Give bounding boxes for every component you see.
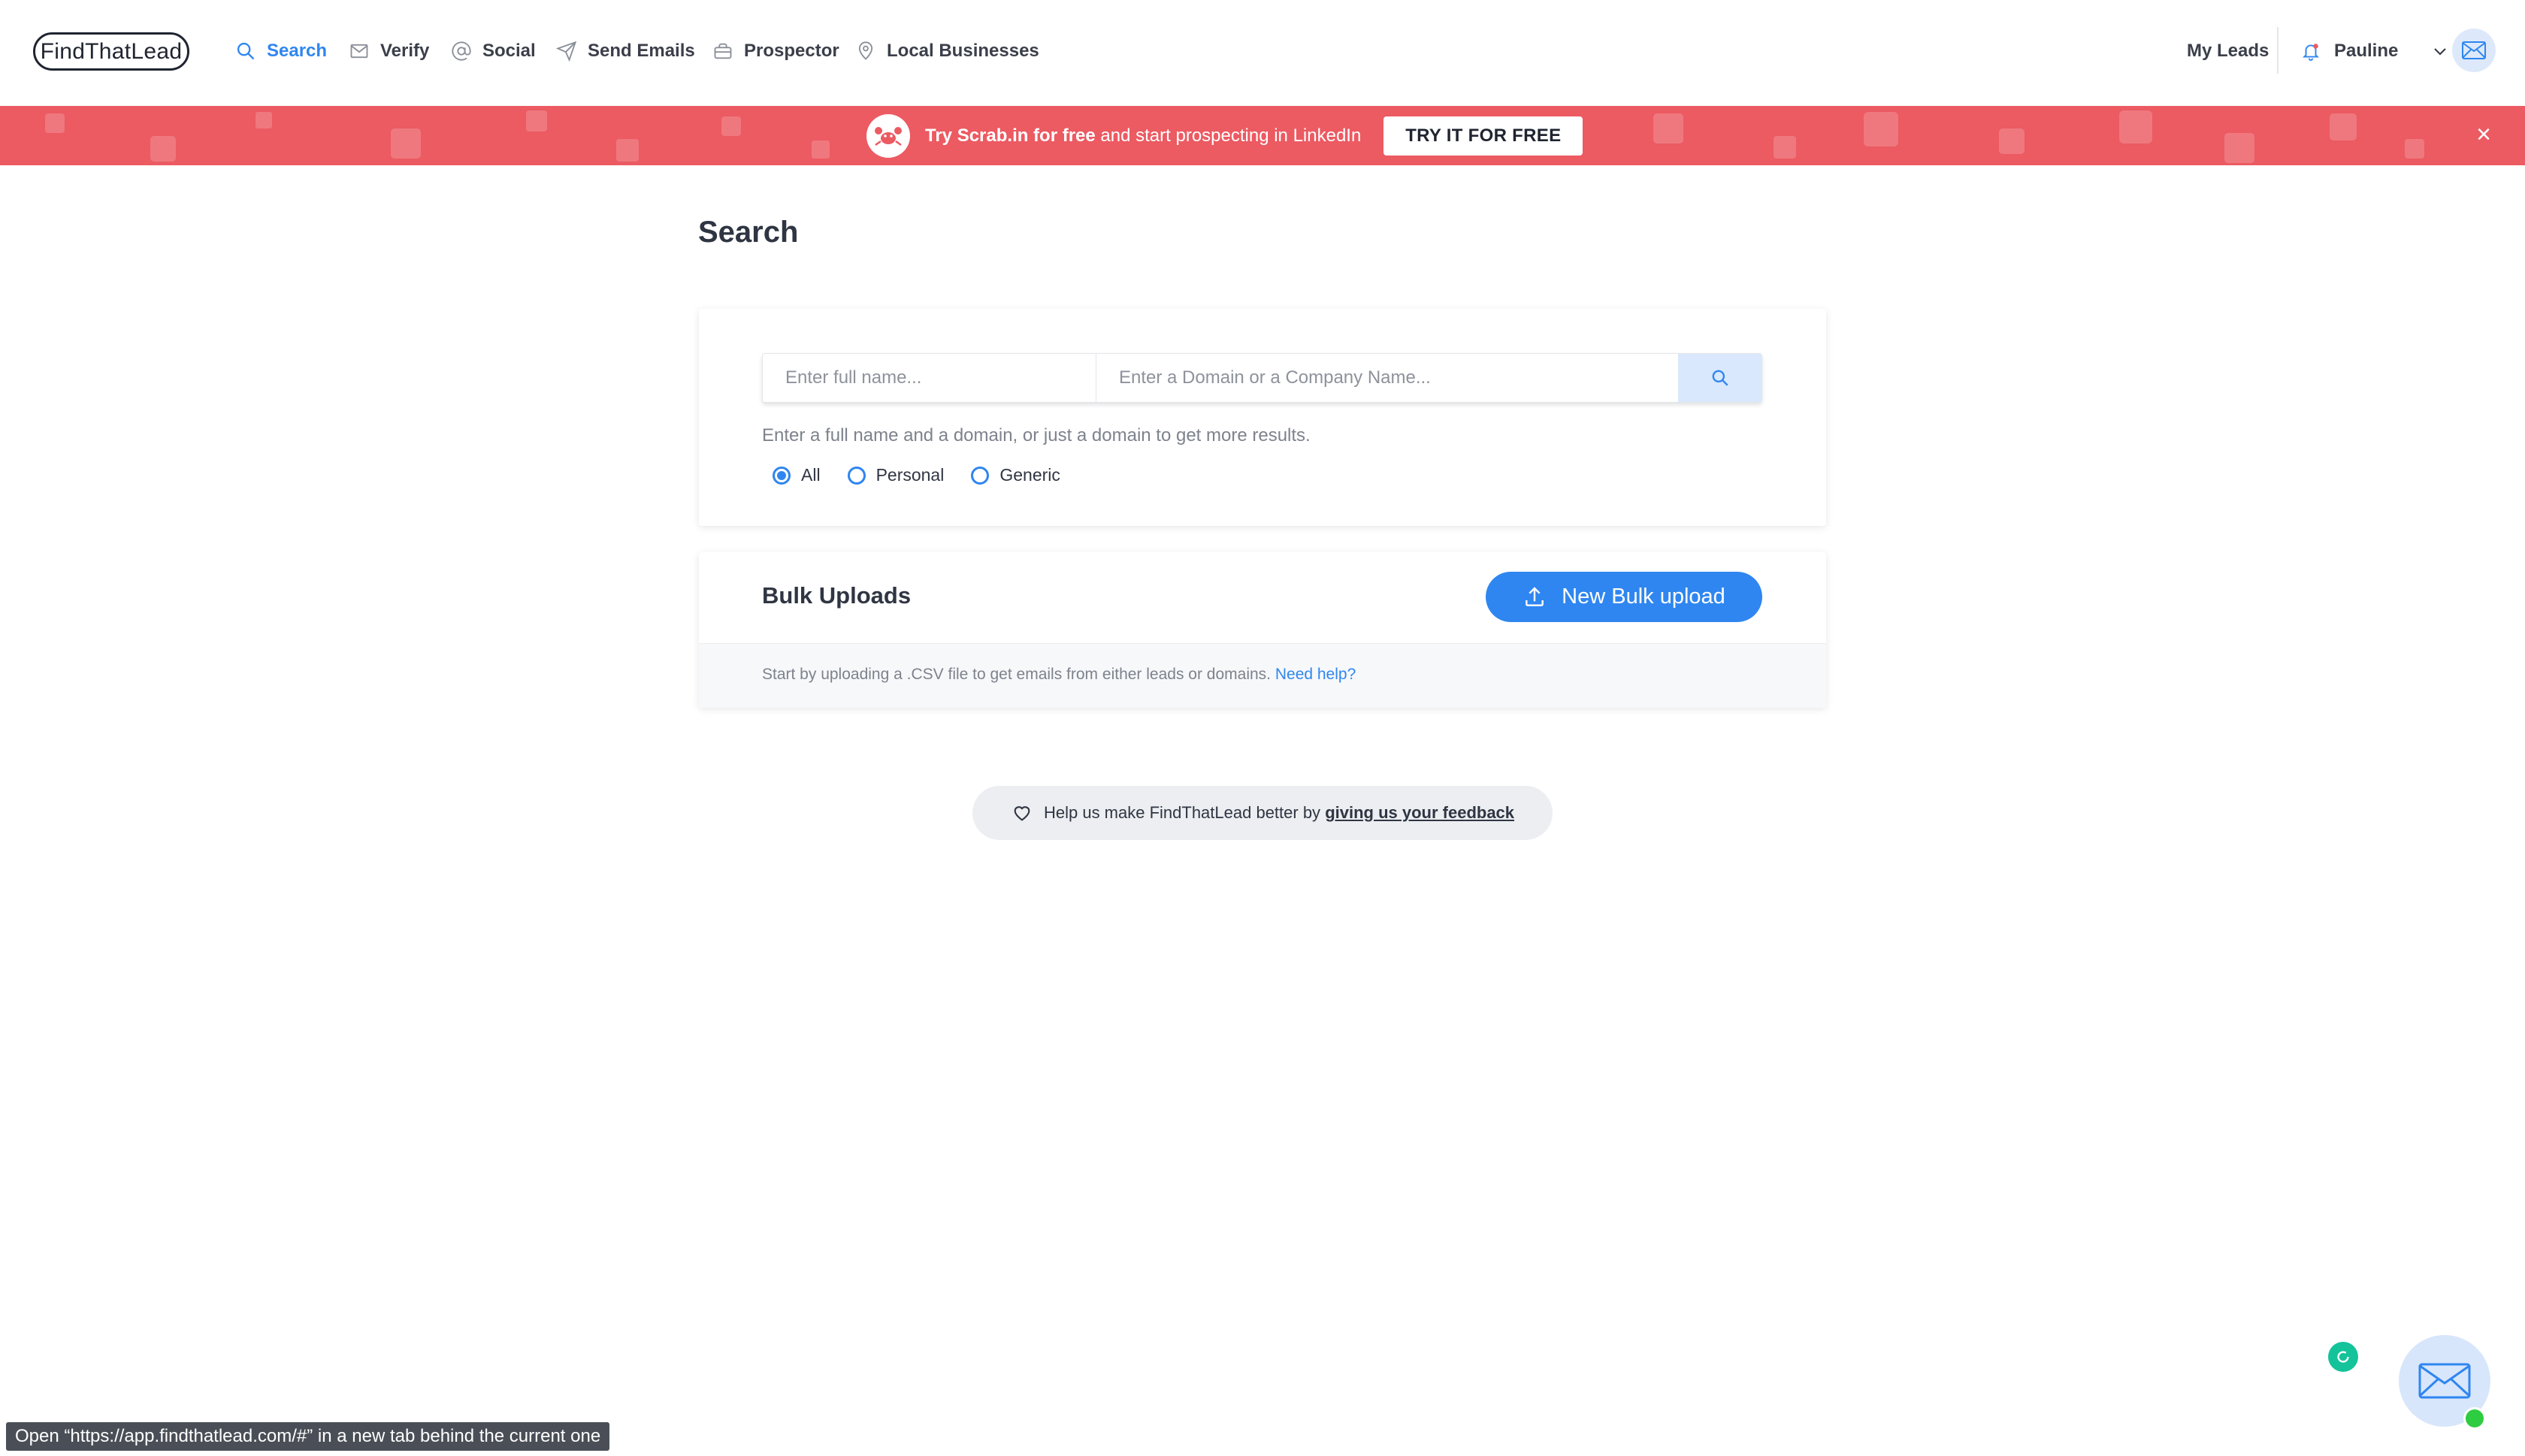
top-navigation: FindThatLead Search Verify Social Send E… (0, 0, 2525, 106)
new-bulk-upload-label: New Bulk upload (1562, 585, 1725, 609)
nav-item-prospector[interactable]: Prospector (712, 36, 839, 66)
feedback-prefix: Help us make FindThatLead better by (1043, 803, 1326, 822)
at-sign-icon (452, 41, 471, 61)
close-icon[interactable]: × (2472, 119, 2495, 150)
domain-input[interactable] (1096, 354, 1678, 402)
radio-unselected-icon (971, 466, 990, 485)
feedback-text: Help us make FindThatLead better by givi… (1044, 803, 1514, 823)
search-bar (762, 353, 1762, 403)
online-status-dot (2463, 1407, 2486, 1430)
user-menu[interactable]: Pauline (2301, 36, 2449, 66)
bulk-uploads-card: Bulk Uploads New Bulk upload Start by up… (699, 552, 1826, 708)
bulk-uploads-footer: Start by uploading a .CSV file to get em… (699, 643, 1826, 708)
radio-generic[interactable]: Generic (971, 465, 1060, 485)
nav-item-label: Local Businesses (887, 41, 1039, 61)
email-type-filter: All Personal Generic (773, 465, 1087, 485)
nav-item-verify[interactable]: Verify (349, 36, 429, 66)
bulk-description-text: Start by uploading a .CSV file to get em… (762, 666, 1275, 683)
chevron-down-icon[interactable] (2431, 42, 2449, 60)
radio-label: All (801, 465, 821, 485)
nav-item-label: Verify (380, 41, 430, 61)
findthatlead-logo[interactable]: FindThatLead (33, 32, 189, 71)
grammarly-icon[interactable] (2328, 1342, 2358, 1372)
search-button[interactable] (1678, 354, 1761, 402)
nav-item-label: Send Emails (588, 41, 695, 61)
search-icon (237, 42, 255, 60)
radio-personal[interactable]: Personal (847, 465, 945, 485)
search-icon (1712, 370, 1728, 386)
radio-unselected-icon (847, 466, 866, 485)
user-name: Pauline (2334, 41, 2399, 61)
nav-item-label: Search (267, 41, 328, 61)
banner-text: Try Scrab.in for free and start prospect… (925, 125, 1361, 147)
crab-icon (866, 113, 910, 158)
avatar[interactable] (2452, 29, 2496, 72)
nav-item-local-businesses[interactable]: Local Businesses (855, 36, 1039, 66)
envelope-icon (350, 44, 368, 59)
page-title: Search (698, 216, 799, 249)
feedback-link[interactable]: giving us your feedback (1325, 803, 1514, 822)
nav-item-send-emails[interactable]: Send Emails (556, 36, 695, 66)
upload-icon (1526, 586, 1544, 606)
search-helper-text: Enter a full name and a domain, or just … (762, 425, 1311, 446)
radio-label: Personal (875, 465, 945, 485)
briefcase-icon (714, 43, 732, 59)
map-pin-icon (858, 41, 873, 60)
bulk-description: Start by uploading a .CSV file to get em… (762, 666, 1356, 684)
feedback-pill: Help us make FindThatLead better by givi… (972, 786, 1553, 840)
paper-plane-icon (556, 41, 577, 62)
browser-status-bar: Open “https://app.findthatlead.com/#” in… (6, 1422, 610, 1451)
bulk-uploads-title: Bulk Uploads (762, 582, 912, 609)
my-leads-link[interactable]: My Leads (2187, 36, 2269, 66)
radio-all[interactable]: All (773, 465, 821, 485)
search-card: Enter a full name and a domain, or just … (699, 309, 1826, 526)
banner-content: Try Scrab.in for free and start prospect… (866, 112, 1583, 159)
need-help-link[interactable]: Need help? (1275, 666, 1356, 683)
banner-text-rest: and start prospecting in LinkedIn (1095, 125, 1362, 146)
heart-icon (1014, 806, 1030, 821)
promo-banner: Try Scrab.in for free and start prospect… (0, 106, 2525, 165)
nav-item-label: Prospector (744, 41, 839, 61)
radio-selected-icon (773, 466, 791, 485)
banner-text-strong[interactable]: Try Scrab.in for free (925, 125, 1096, 146)
nav-item-social[interactable]: Social (451, 36, 536, 66)
nav-item-label: Social (482, 41, 536, 61)
nav-divider (2277, 27, 2279, 74)
try-it-free-button[interactable]: TRY IT FOR FREE (1383, 116, 1583, 156)
new-bulk-upload-button[interactable]: New Bulk upload (1486, 572, 1762, 622)
envelope-avatar-icon (2462, 41, 2486, 59)
full-name-input[interactable] (763, 354, 1096, 402)
nav-item-search[interactable]: Search (235, 36, 327, 66)
bell-icon[interactable] (2301, 41, 2321, 62)
radio-label: Generic (999, 465, 1060, 485)
envelope-icon (2418, 1363, 2471, 1399)
